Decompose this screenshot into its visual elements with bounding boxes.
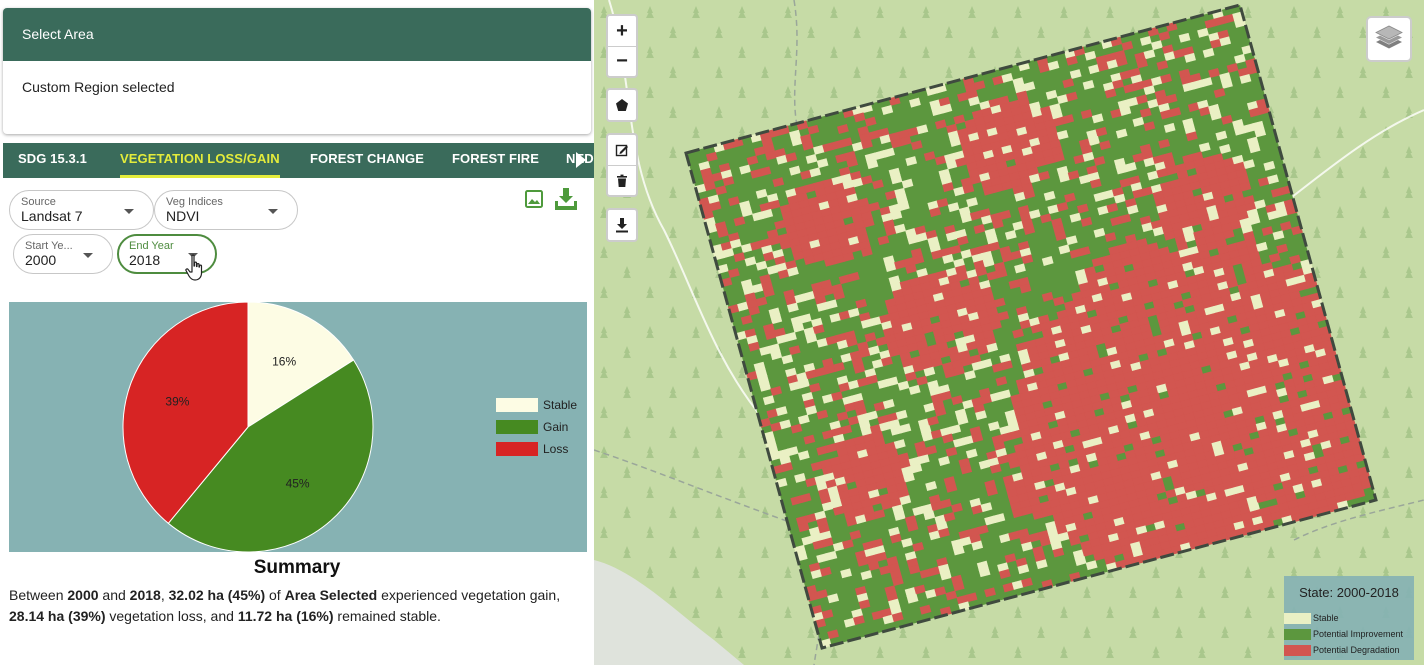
polygon-icon [616,99,628,111]
select-area-status: Custom Region selected [22,79,175,95]
edit-layers-button[interactable] [608,135,636,165]
select-area-title[interactable]: Select Area [3,8,591,61]
summary-text: Between 2000 and 2018, 32.02 ha (45%) of… [9,585,584,627]
summary-gain: 32.02 ha (45%) [168,587,266,603]
pie-label-loss: 39% [165,395,189,409]
legend-label-stable[interactable]: Stable [543,398,577,412]
start-year-label: Start Ye... [25,240,73,252]
summary-part: Between [9,587,68,603]
hand-cursor-icon [185,254,203,281]
legend-label-stable: Stable [1313,613,1339,623]
legend-label-degradation: Potential Degradation [1313,645,1400,655]
image-icon[interactable] [524,189,544,209]
legend-swatch-gain [496,420,538,434]
app: Select Area Custom Region selected SDG 1… [0,0,1424,665]
tab-vegetation-loss-gain[interactable]: VEGETATION LOSS/GAIN [120,143,280,178]
legend-label-gain[interactable]: Gain [543,420,568,434]
tab-forest-change[interactable]: FOREST CHANGE [310,143,424,178]
end-year-value: 2018 [129,252,161,268]
legend-label-improvement: Potential Improvement [1313,629,1404,639]
legend-swatch-stable [496,398,538,412]
summary-end-year: 2018 [129,587,161,603]
veg-indices-select[interactable]: Veg Indices NDVI [154,190,298,230]
source-select[interactable]: Source Landsat 7 [9,190,154,230]
select-area-card: Select Area Custom Region selected [3,8,591,134]
chevron-down-icon [124,209,134,214]
map-legend: State: 2000-2018 Stable Potential Improv… [1284,576,1414,660]
summary-part: and [98,587,130,603]
tab-sdg[interactable]: SDG 15.3.1 [18,143,87,178]
end-year-label: End Year [129,240,174,252]
summary-part: remained stable. [333,608,441,624]
chevron-down-icon [268,209,278,214]
trash-icon [617,174,627,187]
pie-label-gain: 45% [286,476,310,490]
chevron-down-icon [83,253,93,258]
download-icon[interactable] [552,185,580,213]
draw-polygon-button[interactable] [606,88,638,122]
summary-loss: 28.14 ha (39%) [9,608,106,624]
summary-part: experienced vegetation gain, [377,587,561,603]
pie-svg: 16% 45% 39% Stable Gain Loss [122,301,577,553]
legend-swatch-degradation [1284,645,1311,656]
draw-polygon-cell[interactable] [608,90,636,120]
download-map-cell[interactable] [608,210,636,240]
legend-swatch-stable [1284,613,1311,624]
summary-start-year: 2000 [67,587,99,603]
summary-part: , [160,587,169,603]
summary-part: of [265,587,285,603]
left-panel: Select Area Custom Region selected SDG 1… [0,0,594,665]
start-year-select[interactable]: Start Ye... 2000 [13,234,113,274]
legend-title: State: 2000-2018 [1299,585,1399,600]
veg-indices-value: NDVI [166,208,200,224]
zoom-control: + − [606,14,638,78]
layers-button[interactable] [1366,16,1412,62]
download-icon [616,218,628,233]
vegetation-pie-chart: 16% 45% 39% Stable Gain Loss [9,301,587,553]
layers-icon [1375,25,1403,49]
zoom-out-button[interactable]: − [608,46,636,76]
map-canvas [594,0,1424,665]
tab-scroll-right-icon[interactable] [576,152,586,168]
legend-swatch-loss [496,442,538,456]
legend-swatch-improvement [1284,629,1311,640]
start-year-value: 2000 [25,252,57,268]
summary-stable: 11.72 ha (16%) [237,608,334,624]
source-label: Source [21,196,56,208]
zoom-in-button[interactable]: + [608,16,636,46]
tab-forest-fire[interactable]: FOREST FIRE [452,143,539,178]
summary-area: Area Selected [284,587,378,603]
legend-label-loss[interactable]: Loss [543,442,568,456]
tab-bar: SDG 15.3.1 VEGETATION LOSS/GAIN FOREST C… [3,143,594,178]
download-map-button[interactable] [606,208,638,242]
summary-title: Summary [253,557,341,578]
pie-label-stable: 16% [272,354,296,368]
delete-layers-button[interactable] [608,165,636,195]
edit-icon [615,144,628,157]
edit-tools [606,133,638,197]
summary-part: vegetation loss, and [105,608,238,624]
veg-indices-label: Veg Indices [166,196,223,208]
map-view[interactable]: + − State: 2000-2018 Stable Potential Im… [594,0,1424,665]
source-value: Landsat 7 [21,208,83,224]
